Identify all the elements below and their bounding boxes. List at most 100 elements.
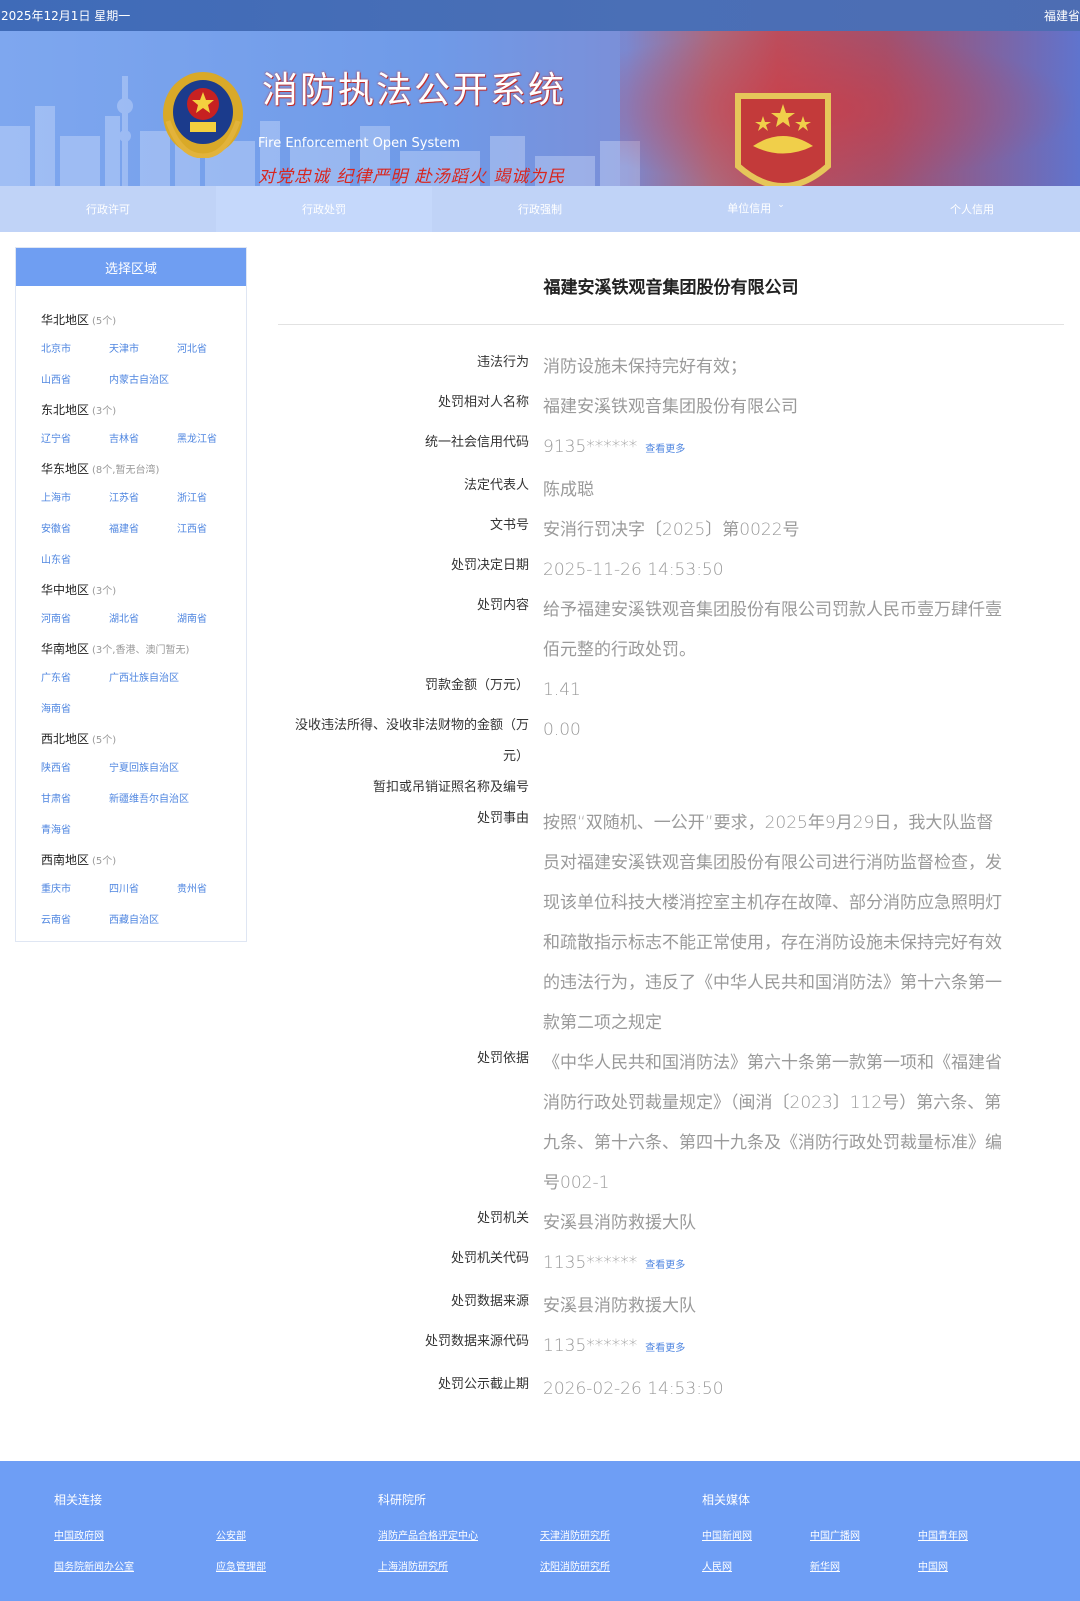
detail-value: 2025-11-26 14:53:50 — [543, 550, 1005, 590]
detail-row: 处罚决定日期 2025-11-26 14:53:50 — [278, 550, 1064, 590]
detail-label: 处罚机关 — [476, 1211, 529, 1226]
nav-label: 行政处罚 — [302, 203, 346, 216]
sidebar-city-link[interactable]: 湖南省 — [177, 602, 245, 633]
sidebar-city-link[interactable]: 北京市 — [41, 332, 109, 363]
detail-value-text: 2025-11-26 14:53:50 — [543, 560, 724, 580]
sidebar-city-link[interactable]: 山东省 — [41, 543, 109, 574]
sidebar-city-link[interactable]: 广西壮族自治区 — [109, 661, 229, 692]
sidebar-city-link[interactable]: 浙江省 — [177, 481, 245, 512]
view-more-link[interactable]: 查看更多 — [645, 1260, 685, 1271]
nav-item-personal-credit[interactable]: 个人信用 — [864, 186, 1080, 232]
footer-link[interactable]: 中国青年网 — [918, 1527, 968, 1542]
detail-row: 文书号 安消行罚决字〔2025〕第0022号 — [278, 510, 1064, 550]
detail-row: 处罚机关 安溪县消防救援大队 — [278, 1203, 1064, 1243]
footer-link[interactable]: 公安部 — [216, 1527, 246, 1542]
detail-value: 1.41 — [543, 670, 1005, 710]
sidebar-city-link[interactable]: 贵州省 — [177, 872, 245, 903]
region-group: 西南地区 (5个) 重庆市 四川省 贵州省 云南省 西藏自治区 — [41, 846, 246, 934]
sidebar-city-link[interactable]: 陕西省 — [41, 751, 109, 782]
sidebar-city-link[interactable]: 重庆市 — [41, 872, 109, 903]
region-group: 西北地区 (5个) 陕西省 宁夏回族自治区 甘肃省 新疆维吾尔自治区 青海省 — [41, 725, 246, 844]
region-group-title: 华南地区 (3个,香港、澳门暂无) — [41, 635, 246, 661]
sidebar-city-link[interactable]: 湖北省 — [109, 602, 177, 633]
detail-value: 《中华人民共和国消防法》第六十条第一款第一项和《福建省消防行政处罚裁量规定》（闽… — [543, 1043, 1005, 1203]
region-sidebar: 选择区域 华北地区 (5个) 北京市 天津市 河北省 山西省 内蒙古自治区 东北地区 (3个) 辽… — [15, 247, 247, 942]
footer-link[interactable]: 消防产品合格评定中心 — [378, 1527, 478, 1542]
view-more-link[interactable]: 查看更多 — [645, 1343, 685, 1354]
footer-link[interactable]: 人民网 — [702, 1558, 732, 1573]
sidebar-city-link[interactable]: 福建省 — [109, 512, 177, 543]
nav-item-unit-credit[interactable]: 单位信用 ⌄ — [648, 186, 864, 232]
sidebar-city-link[interactable]: 新疆维吾尔自治区 — [109, 782, 229, 813]
region-count: (5个) — [92, 315, 117, 327]
chevron-down-icon: ⌄ — [777, 200, 785, 210]
sidebar-city-link[interactable]: 天津市 — [109, 332, 177, 363]
footer-link[interactable]: 中国网 — [918, 1558, 948, 1573]
nav-label: 行政许可 — [86, 203, 130, 216]
detail-value: 按照“双随机、一公开”要求，2025年9月29日，我大队监督员对福建安溪铁观音集… — [543, 803, 1005, 1043]
sidebar-city-link[interactable]: 江苏省 — [109, 481, 177, 512]
detail-row: 罚款金额（万元） 1.41 — [278, 670, 1064, 710]
region-group-title: 东北地区 (3个) — [41, 396, 246, 422]
detail-value — [543, 772, 1005, 802]
detail-label: 处罚决定日期 — [450, 558, 529, 573]
sidebar-city-link[interactable]: 青海省 — [41, 813, 109, 844]
view-more-link[interactable]: 查看更多 — [645, 444, 685, 455]
region-group: 东北地区 (3个) 辽宁省 吉林省 黑龙江省 — [41, 396, 246, 453]
detail-row: 统一社会信用代码 9135****** 查看更多 — [278, 427, 1064, 470]
sidebar-city-link[interactable]: 上海市 — [41, 481, 109, 512]
footer-link[interactable]: 中国广播网 — [810, 1527, 860, 1542]
detail-value-text: 给予福建安溪铁观音集团股份有限公司罚款人民币壹万肆仟壹佰元整的行政处罚。 — [543, 600, 1002, 660]
footer-link[interactable]: 天津消防研究所 — [540, 1527, 610, 1542]
footer-column-title: 相关媒体 — [702, 1493, 751, 1507]
sidebar-city-link[interactable]: 安徽省 — [41, 512, 109, 543]
detail-value-text: 0.00 — [543, 720, 581, 740]
sidebar-city-link[interactable]: 广东省 — [41, 661, 109, 692]
detail-row: 处罚相对人名称 福建安溪铁观音集团股份有限公司 — [278, 387, 1064, 427]
detail-value-text: 1135****** — [543, 1336, 638, 1356]
detail-row: 法定代表人 陈成聪 — [278, 470, 1064, 510]
detail-value-text: 1135****** — [543, 1253, 638, 1273]
region-group: 华中地区 (3个) 河南省 湖北省 湖南省 — [41, 576, 246, 633]
detail-value: 陈成聪 — [543, 470, 1005, 510]
sidebar-city-link[interactable]: 甘肃省 — [41, 782, 109, 813]
sidebar-city-link[interactable]: 四川省 — [109, 872, 177, 903]
nav-item-administrative-penalty[interactable]: 行政处罚 — [216, 186, 432, 232]
region-selector[interactable]: 福建省 — [1044, 7, 1080, 24]
region-group: 华东地区 (8个,暂无台湾) 上海市 江苏省 浙江省 安徽省 福建省 江西省 山东省 — [41, 455, 246, 574]
system-subtitle: Fire Enforcement Open System — [258, 136, 460, 151]
footer-link[interactable]: 国务院新闻办公室 — [54, 1558, 134, 1573]
sidebar-city-link[interactable]: 河北省 — [177, 332, 245, 363]
nav-item-administrative-license[interactable]: 行政许可 — [0, 186, 216, 232]
footer: 相关连接 中国政府网 公安部 国务院新闻办公室 应急管理部 科研院所 消防产品合格评定中心 天… — [0, 1461, 1080, 1601]
detail-value: 安消行罚决字〔2025〕第0022号 — [543, 510, 1005, 550]
detail-value: 福建安溪铁观音集团股份有限公司 — [543, 387, 1005, 427]
sidebar-city-link[interactable]: 宁夏回族自治区 — [109, 751, 229, 782]
sidebar-city-link[interactable]: 内蒙古自治区 — [109, 363, 229, 394]
detail-value-text: 9135****** — [543, 437, 638, 457]
sidebar-city-link[interactable]: 海南省 — [41, 692, 109, 723]
sidebar-city-link[interactable]: 云南省 — [41, 903, 109, 934]
footer-link[interactable]: 中国新闻网 — [702, 1527, 752, 1542]
region-group-title: 华中地区 (3个) — [41, 576, 246, 602]
sidebar-city-link[interactable]: 黑龙江省 — [177, 422, 245, 453]
footer-link[interactable]: 应急管理部 — [216, 1558, 266, 1573]
sidebar-city-link[interactable]: 吉林省 — [109, 422, 177, 453]
footer-link[interactable]: 中国政府网 — [54, 1527, 104, 1542]
detail-value-text: 安消行罚决字〔2025〕第0022号 — [543, 520, 800, 540]
region-count: (3个,香港、澳门暂无) — [92, 644, 190, 656]
footer-link[interactable]: 新华网 — [810, 1558, 840, 1573]
detail-row: 处罚公示截止期 2026-02-26 14:53:50 — [278, 1369, 1064, 1409]
sidebar-city-link[interactable]: 江西省 — [177, 512, 245, 543]
detail-label: 处罚数据来源 — [450, 1294, 529, 1309]
footer-link[interactable]: 上海消防研究所 — [378, 1558, 448, 1573]
detail-label: 处罚机关代码 — [450, 1251, 529, 1266]
nav-item-administrative-enforcement[interactable]: 行政强制 — [432, 186, 648, 232]
sidebar-city-link[interactable]: 山西省 — [41, 363, 109, 394]
sidebar-city-link[interactable]: 辽宁省 — [41, 422, 109, 453]
footer-link[interactable]: 沈阳消防研究所 — [540, 1558, 610, 1573]
sidebar-city-link[interactable]: 河南省 — [41, 602, 109, 633]
company-title: 福建安溪铁观音集团股份有限公司 — [278, 247, 1064, 325]
detail-label: 处罚事由 — [476, 811, 529, 826]
sidebar-city-link[interactable]: 西藏自治区 — [109, 903, 229, 934]
